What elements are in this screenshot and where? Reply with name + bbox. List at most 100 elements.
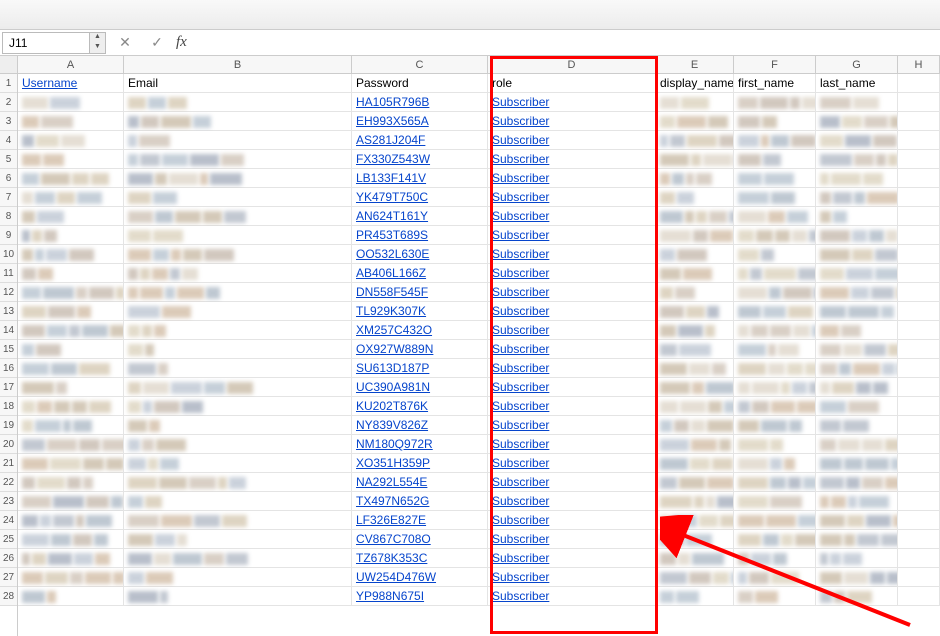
redacted-cell[interactable] — [124, 321, 352, 340]
redacted-cell[interactable] — [656, 435, 734, 454]
header-cell-D[interactable]: role — [488, 74, 656, 93]
redacted-cell[interactable] — [816, 302, 898, 321]
empty-cell[interactable] — [898, 207, 940, 226]
role-cell[interactable]: Subscriber — [488, 378, 656, 397]
redacted-cell[interactable] — [734, 93, 816, 112]
redacted-cell[interactable] — [816, 435, 898, 454]
row-header[interactable]: 22 — [0, 473, 17, 492]
redacted-cell[interactable] — [124, 169, 352, 188]
stepper-up-icon[interactable]: ▲ — [90, 33, 105, 43]
password-cell[interactable]: TL929K307K — [352, 302, 488, 321]
redacted-cell[interactable] — [734, 397, 816, 416]
role-cell[interactable]: Subscriber — [488, 435, 656, 454]
redacted-cell[interactable] — [656, 549, 734, 568]
redacted-cell[interactable] — [734, 245, 816, 264]
empty-cell[interactable] — [898, 93, 940, 112]
redacted-cell[interactable] — [656, 188, 734, 207]
redacted-cell[interactable] — [816, 112, 898, 131]
role-cell[interactable]: Subscriber — [488, 321, 656, 340]
row-header[interactable]: 9 — [0, 226, 17, 245]
password-cell[interactable]: HA105R796B — [352, 93, 488, 112]
role-cell[interactable]: Subscriber — [488, 93, 656, 112]
password-cell[interactable]: TX497N652G — [352, 492, 488, 511]
password-cell[interactable]: XM257C432O — [352, 321, 488, 340]
redacted-cell[interactable] — [18, 93, 124, 112]
password-cell[interactable]: EH993X565A — [352, 112, 488, 131]
redacted-cell[interactable] — [124, 454, 352, 473]
redacted-cell[interactable] — [816, 492, 898, 511]
password-cell[interactable]: CV867C708O — [352, 530, 488, 549]
redacted-cell[interactable] — [124, 359, 352, 378]
role-cell[interactable]: Subscriber — [488, 454, 656, 473]
role-cell[interactable]: Subscriber — [488, 245, 656, 264]
redacted-cell[interactable] — [816, 549, 898, 568]
row-header[interactable]: 12 — [0, 283, 17, 302]
redacted-cell[interactable] — [124, 473, 352, 492]
redacted-cell[interactable] — [734, 473, 816, 492]
name-box-stepper[interactable]: ▲ ▼ — [90, 32, 106, 54]
empty-cell[interactable] — [898, 549, 940, 568]
redacted-cell[interactable] — [18, 549, 124, 568]
redacted-cell[interactable] — [816, 321, 898, 340]
role-cell[interactable]: Subscriber — [488, 568, 656, 587]
role-cell[interactable]: Subscriber — [488, 416, 656, 435]
redacted-cell[interactable] — [18, 245, 124, 264]
role-cell[interactable]: Subscriber — [488, 169, 656, 188]
redacted-cell[interactable] — [656, 150, 734, 169]
redacted-cell[interactable] — [734, 302, 816, 321]
redacted-cell[interactable] — [124, 587, 352, 606]
empty-cell[interactable] — [898, 150, 940, 169]
redacted-cell[interactable] — [734, 264, 816, 283]
redacted-cell[interactable] — [124, 435, 352, 454]
cancel-icon[interactable]: ✕ — [112, 34, 138, 51]
role-cell[interactable]: Subscriber — [488, 302, 656, 321]
role-cell[interactable]: Subscriber — [488, 397, 656, 416]
redacted-cell[interactable] — [734, 226, 816, 245]
row-header[interactable]: 17 — [0, 378, 17, 397]
row-header[interactable]: 1 — [0, 74, 17, 93]
redacted-cell[interactable] — [734, 283, 816, 302]
column-header-C[interactable]: C — [352, 56, 488, 74]
redacted-cell[interactable] — [124, 302, 352, 321]
password-cell[interactable]: OX927W889N — [352, 340, 488, 359]
redacted-cell[interactable] — [124, 492, 352, 511]
redacted-cell[interactable] — [816, 416, 898, 435]
redacted-cell[interactable] — [734, 188, 816, 207]
redacted-cell[interactable] — [816, 587, 898, 606]
role-cell[interactable]: Subscriber — [488, 340, 656, 359]
redacted-cell[interactable] — [124, 245, 352, 264]
empty-cell[interactable] — [898, 321, 940, 340]
redacted-cell[interactable] — [124, 397, 352, 416]
redacted-cell[interactable] — [18, 302, 124, 321]
redacted-cell[interactable] — [656, 283, 734, 302]
redacted-cell[interactable] — [18, 226, 124, 245]
password-cell[interactable]: OO532L630E — [352, 245, 488, 264]
redacted-cell[interactable] — [734, 587, 816, 606]
redacted-cell[interactable] — [734, 340, 816, 359]
column-header-F[interactable]: F — [734, 56, 816, 74]
redacted-cell[interactable] — [124, 530, 352, 549]
row-header[interactable]: 26 — [0, 549, 17, 568]
select-all-corner[interactable] — [0, 56, 17, 74]
empty-cell[interactable] — [898, 245, 940, 264]
role-cell[interactable]: Subscriber — [488, 188, 656, 207]
role-cell[interactable]: Subscriber — [488, 150, 656, 169]
redacted-cell[interactable] — [816, 340, 898, 359]
password-cell[interactable]: YP988N675I — [352, 587, 488, 606]
redacted-cell[interactable] — [734, 131, 816, 150]
redacted-cell[interactable] — [816, 93, 898, 112]
empty-cell[interactable] — [898, 302, 940, 321]
redacted-cell[interactable] — [656, 207, 734, 226]
empty-cell[interactable] — [898, 378, 940, 397]
empty-cell[interactable] — [898, 530, 940, 549]
redacted-cell[interactable] — [18, 435, 124, 454]
redacted-cell[interactable] — [816, 378, 898, 397]
redacted-cell[interactable] — [656, 511, 734, 530]
password-cell[interactable]: KU202T876K — [352, 397, 488, 416]
row-header[interactable]: 2 — [0, 93, 17, 112]
role-cell[interactable]: Subscriber — [488, 226, 656, 245]
redacted-cell[interactable] — [18, 530, 124, 549]
password-cell[interactable]: YK479T750C — [352, 188, 488, 207]
password-cell[interactable]: NM180Q972R — [352, 435, 488, 454]
redacted-cell[interactable] — [734, 530, 816, 549]
